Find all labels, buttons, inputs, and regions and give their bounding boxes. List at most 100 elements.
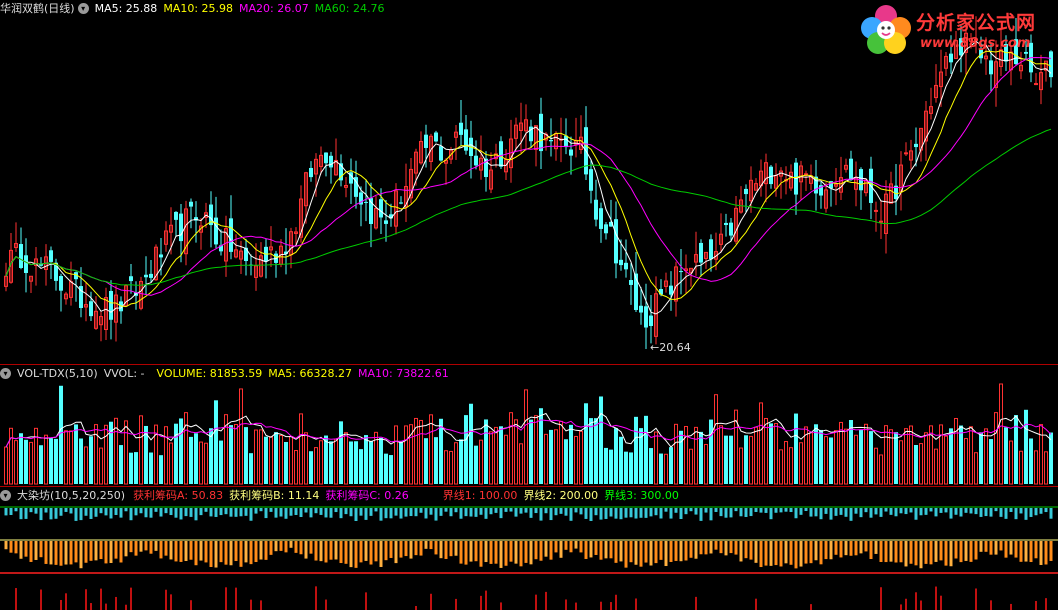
volume-bar-down	[19, 433, 23, 484]
profit-chip-bar	[219, 541, 223, 563]
profit-chip-bar	[559, 541, 563, 558]
volume-bar-down	[894, 432, 898, 484]
profit-chip-bar	[679, 508, 683, 520]
profit-chip-bar	[309, 508, 313, 518]
volume-bar-down	[174, 423, 178, 484]
profit-chip-bar	[394, 541, 398, 564]
profit-chip-bar	[269, 508, 273, 512]
volume-pane-header: ▾ VOL-TDX(5,10) VVOL: - VOLUME: 81853.59…	[0, 366, 455, 381]
profit-chip-bar	[649, 541, 653, 566]
volume-bar-down	[549, 429, 553, 484]
volume-bar-down	[914, 445, 918, 484]
profit-chip-bar	[109, 541, 113, 564]
candle-body-down	[649, 315, 653, 327]
volume-bar-up	[904, 428, 908, 485]
profit-chip-bar	[920, 600, 922, 610]
profit-chip-bar	[104, 508, 108, 516]
chevron-down-icon[interactable]: ▾	[77, 3, 89, 14]
volume-bar-up	[969, 426, 973, 485]
profit-chip-bar	[115, 596, 117, 610]
profit-chip-bar	[749, 541, 753, 560]
profit-chip-bar	[464, 541, 468, 565]
volume-bar-up	[99, 447, 103, 485]
profit-chip-bar	[419, 508, 423, 513]
candle-body-down	[49, 250, 53, 262]
profit-chip-bar	[684, 508, 688, 515]
profit-chip-bar	[444, 541, 448, 559]
profit-chip-bar	[744, 508, 748, 517]
profit-chip-bar	[984, 541, 988, 552]
profit-chip-bar	[254, 508, 258, 514]
profit-chip-bar	[659, 541, 663, 560]
profit-chip-bar	[124, 541, 128, 557]
volume-bar-down	[459, 439, 463, 484]
volume-ma5-readout: MA5: 66328.27	[268, 367, 352, 380]
profit-chip-bar	[379, 541, 383, 567]
profit-chip-bar	[564, 541, 568, 550]
profit-chip-bar	[65, 593, 67, 610]
profit-chip-bar	[134, 541, 138, 556]
profit-chip-bar	[419, 541, 423, 556]
profit-chip-bar	[259, 541, 263, 560]
profit-chip-bar	[804, 508, 808, 512]
profit-chip-bar	[479, 541, 483, 567]
site-watermark-logo: 分析家公式网 www.88gs.com	[858, 2, 1058, 56]
profit-chip-bar	[409, 541, 413, 559]
volume-bar-up	[4, 446, 8, 485]
profit-chip-bar	[839, 541, 843, 558]
candle-body-down	[569, 149, 573, 156]
profit-chip-bar	[1049, 541, 1053, 561]
profit-chip-bar	[459, 508, 463, 519]
volume-bar-up	[304, 432, 308, 485]
profit-chip-bar	[90, 603, 92, 610]
volume-bar-up	[574, 435, 578, 485]
profit-chip-bar	[769, 508, 773, 520]
volume-bar-down	[599, 396, 603, 484]
profit-chip-bar	[809, 541, 813, 564]
profit-chip-bar	[54, 508, 58, 519]
profit-chip-bar	[979, 541, 983, 552]
volume-bar-down	[659, 453, 663, 484]
profit-chip-bar	[154, 541, 158, 551]
profit-chip-bar	[939, 541, 943, 561]
profit-chip-bar	[1044, 541, 1048, 565]
profit-chip-bar	[99, 508, 103, 514]
profit-chip-bar	[914, 508, 918, 520]
chart-canvas[interactable]	[0, 0, 1058, 610]
chevron-down-icon[interactable]: ▾	[0, 490, 11, 501]
profit-chip-bar	[509, 508, 513, 512]
watermark-site-name: 分析家公式网	[916, 12, 1037, 34]
profit-chip-bar	[949, 508, 953, 519]
profit-chip-bar	[709, 541, 713, 554]
profit-chip-bar	[94, 508, 98, 517]
profit-chip-bar	[604, 508, 608, 519]
profit-chip-bar	[85, 589, 87, 610]
volume-bar-up	[694, 426, 698, 485]
profit-chip-bar	[609, 541, 613, 559]
volume-bar-down	[709, 419, 713, 484]
profit-chip-bar	[919, 508, 923, 516]
profit-chip-bar	[975, 588, 977, 610]
profit-chip-bar	[99, 541, 103, 560]
profit-chip-bar	[764, 541, 768, 566]
profit-chip-bar	[365, 592, 367, 610]
profit-chip-bar	[989, 508, 993, 517]
volume-bar-up	[764, 417, 768, 485]
profit-chip-bar	[24, 508, 28, 519]
profit-chip-bar	[974, 541, 978, 560]
profit-chip-bar	[469, 541, 473, 562]
volume-bar-up	[899, 440, 903, 485]
chevron-down-icon[interactable]: ▾	[0, 368, 11, 379]
candle-body-down	[769, 166, 773, 185]
profit-chip-bar	[309, 541, 313, 554]
profit-chip-bar	[1039, 541, 1043, 565]
volume-bar-down	[1049, 432, 1053, 484]
profit-chip-bar	[359, 508, 363, 516]
profit-chip-bar	[674, 541, 678, 561]
vvol-readout: VVOL: -	[103, 367, 145, 380]
profit-chip-bar	[244, 508, 248, 516]
profit-chip-bar	[574, 508, 578, 513]
profit-chip-bar	[384, 508, 388, 519]
profit-chip-bar	[644, 541, 648, 563]
volume-bar-down	[129, 452, 133, 484]
